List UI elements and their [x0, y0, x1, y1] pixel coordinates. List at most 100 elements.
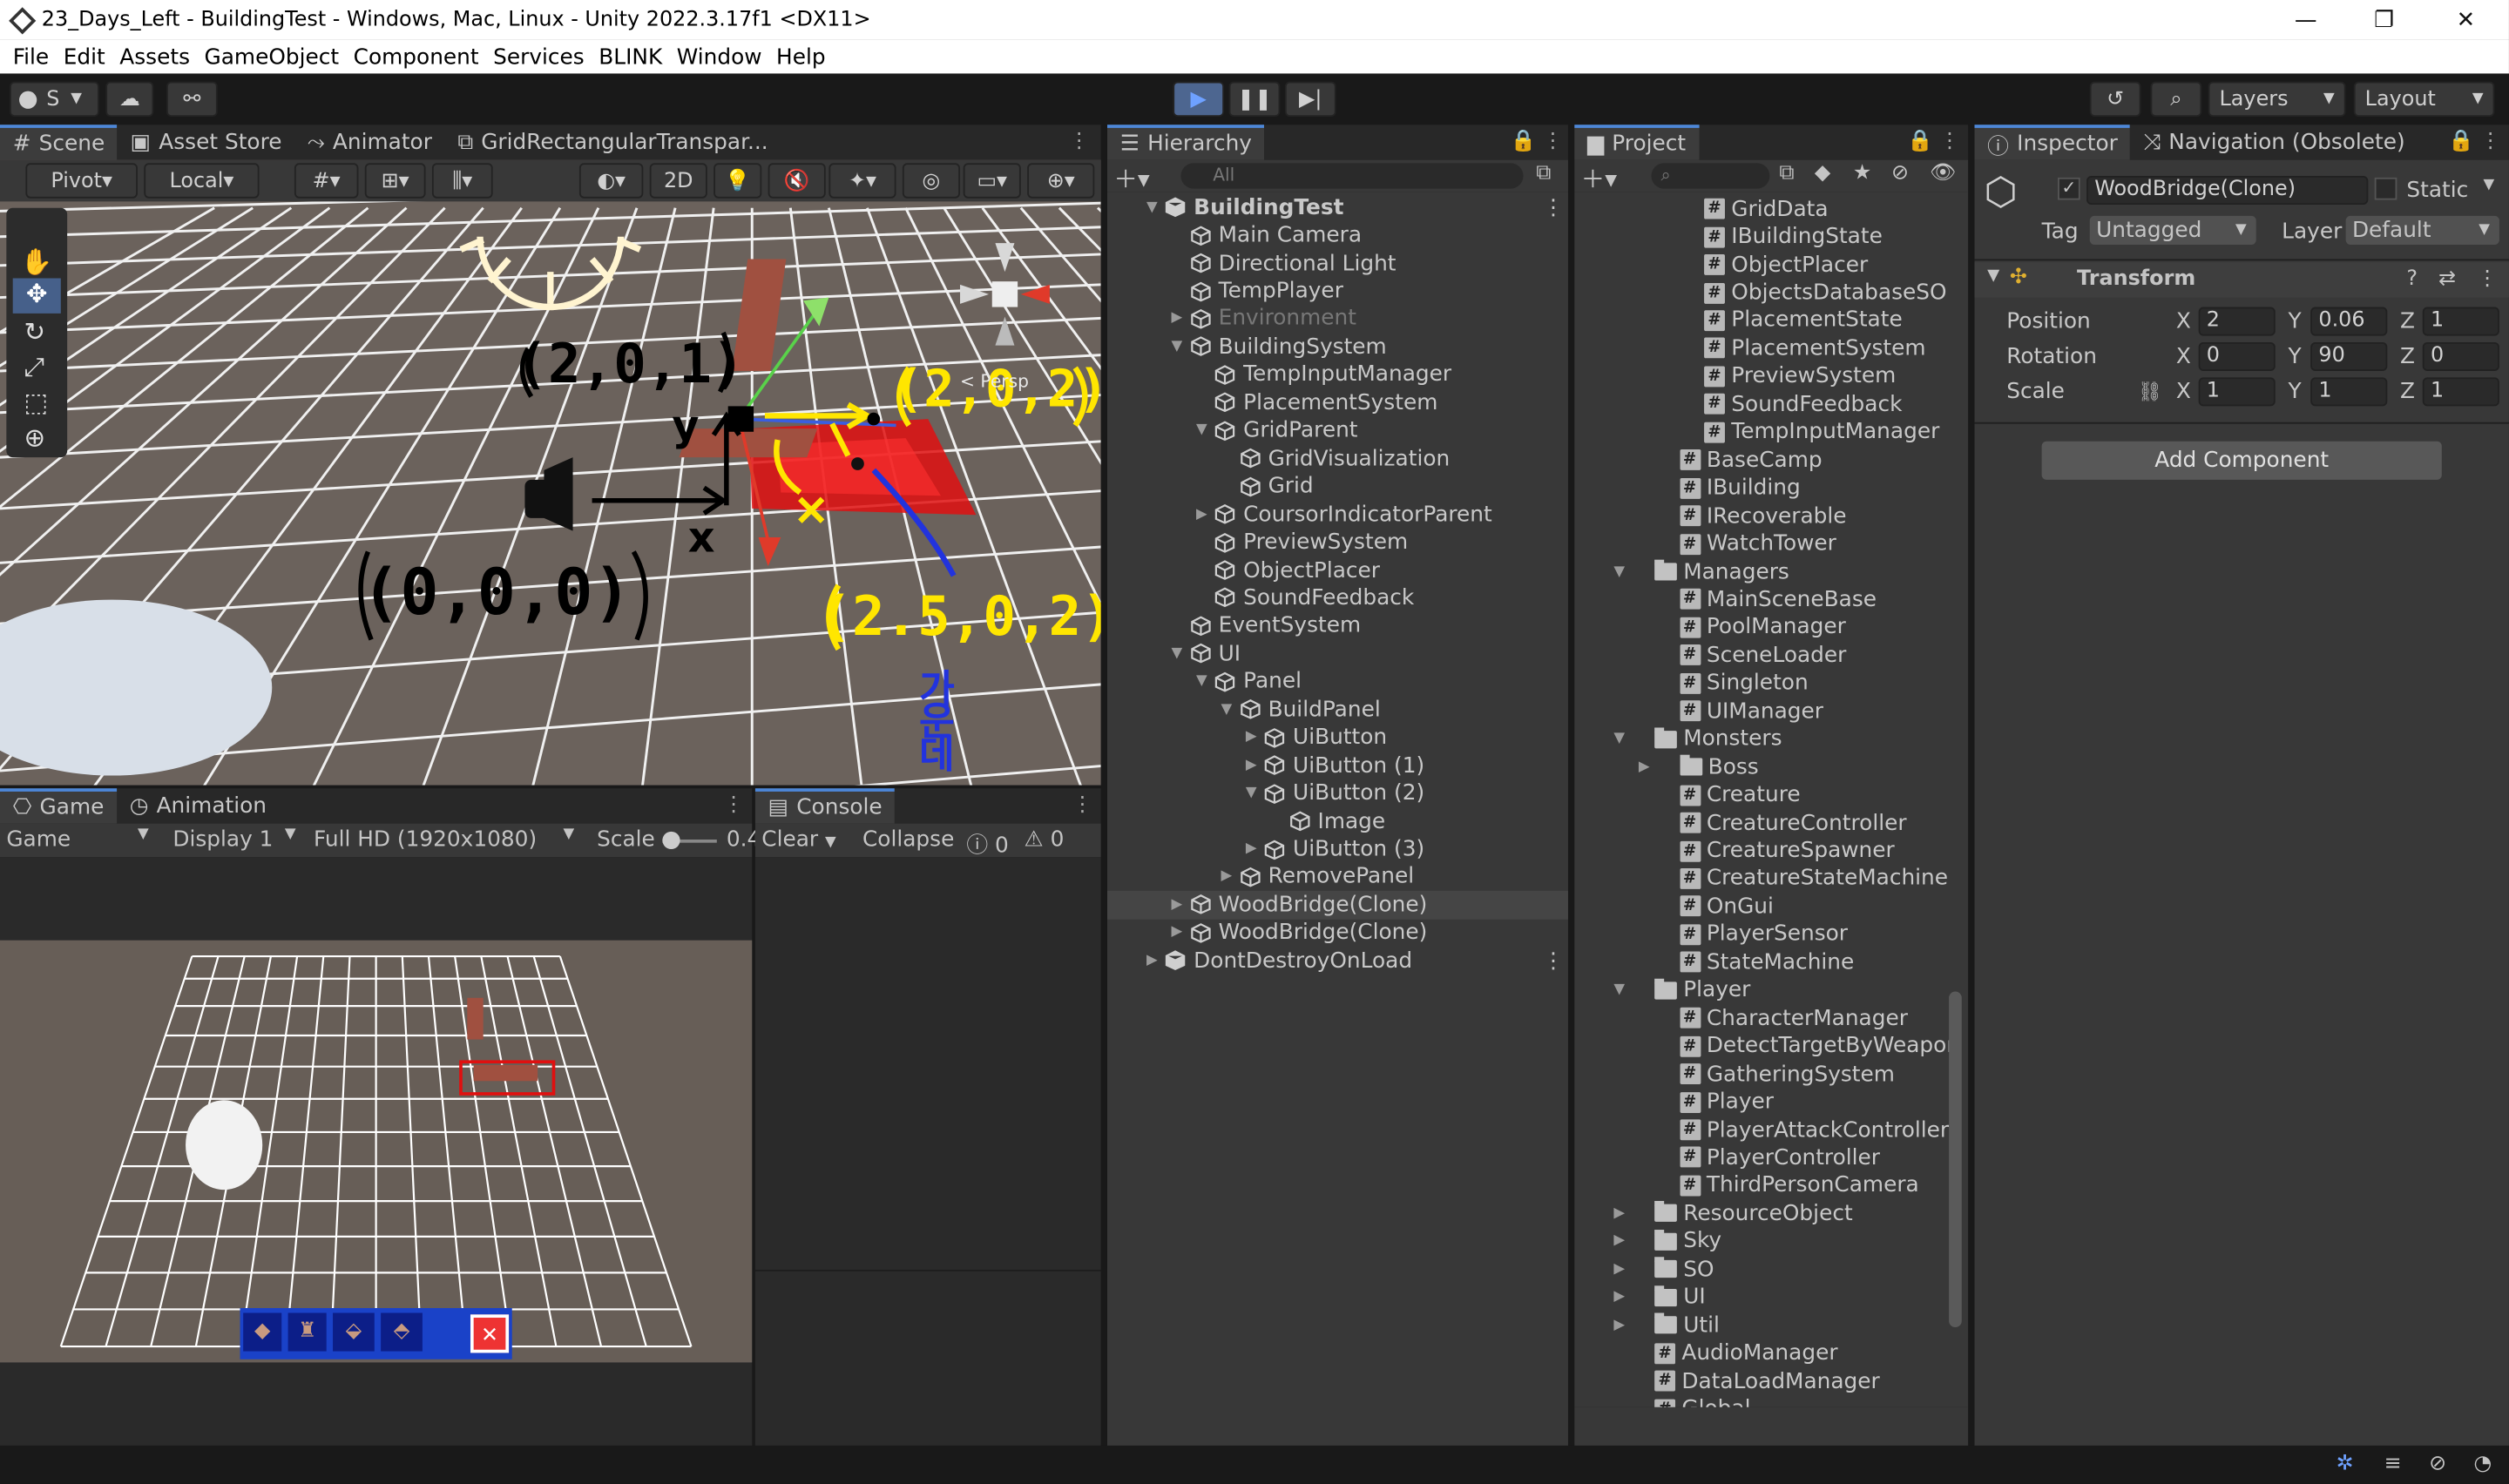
- hierarchy-row[interactable]: ▶ RemovePanel: [1107, 863, 1568, 891]
- project-row[interactable]: # Singleton: [1574, 670, 1968, 698]
- project-row[interactable]: # WatchTower: [1574, 530, 1968, 557]
- project-row[interactable]: ▶ Boss: [1574, 753, 1968, 781]
- scale-z-field[interactable]: 1: [2422, 377, 2499, 407]
- project-row[interactable]: # AudioManager: [1574, 1339, 1968, 1367]
- project-row[interactable]: ▶ Sky: [1574, 1228, 1968, 1256]
- project-row[interactable]: ▶ Util: [1574, 1312, 1968, 1339]
- project-row[interactable]: # IBuilding: [1574, 474, 1968, 502]
- increment-snap-icon[interactable]: ⊞▾: [364, 163, 426, 199]
- progress-icon[interactable]: ◔: [2474, 1452, 2492, 1476]
- hidden-icon[interactable]: 👁: [1930, 161, 1956, 186]
- project-row[interactable]: # GridData: [1574, 195, 1968, 223]
- static-checkbox[interactable]: [2374, 177, 2397, 200]
- menu-item-file[interactable]: File: [13, 44, 49, 69]
- hierarchy-row[interactable]: ▶ UiButton: [1107, 724, 1568, 752]
- add-icon[interactable]: ＋▾: [1581, 161, 1617, 195]
- menu-item-services[interactable]: Services: [493, 44, 585, 69]
- log-count-button[interactable]: ⓘ 0: [966, 826, 1008, 859]
- rotation-y-field[interactable]: 90: [2310, 341, 2388, 371]
- project-row[interactable]: # TempInputManager: [1574, 418, 1968, 446]
- hierarchy-row[interactable]: ▶ UiButton (3): [1107, 835, 1568, 863]
- stack-icon[interactable]: ≡: [2384, 1452, 2402, 1476]
- project-row[interactable]: # Creature: [1574, 781, 1968, 809]
- object-name-input[interactable]: WoodBridge(Clone): [2086, 175, 2369, 206]
- grid-snap-icon[interactable]: #▾: [294, 163, 359, 199]
- expand-arrow-icon[interactable]: ▶: [1167, 925, 1187, 941]
- hierarchy-row[interactable]: ▶ UiButton (1): [1107, 752, 1568, 779]
- hierarchy-row[interactable]: Main Camera: [1107, 221, 1568, 249]
- effects-icon[interactable]: ✦▾: [828, 163, 896, 199]
- hierarchy-row[interactable]: TempInputManager: [1107, 361, 1568, 388]
- layer-dropdown[interactable]: Default ▼: [2345, 215, 2499, 245]
- toggle-2d-button[interactable]: 2D: [649, 163, 707, 199]
- project-row[interactable]: # CharacterManager: [1574, 1004, 1968, 1032]
- scene-view[interactable]: (2,0,1) (2,0,2) (0,0,0) (2.5,0,2) 가 운 데 …: [0, 159, 1101, 786]
- hierarchy-row[interactable]: ▶ Environment: [1107, 305, 1568, 333]
- hierarchy-row[interactable]: ▼ UiButton (2): [1107, 779, 1568, 807]
- resolution-dropdown[interactable]: Full HD (1920x1080) ▼: [314, 826, 579, 852]
- scale-y-field[interactable]: 1: [2310, 377, 2388, 407]
- tab-animation[interactable]: ◷ Animation: [117, 788, 280, 823]
- add-icon[interactable]: ＋▾: [1113, 161, 1149, 195]
- tag-dropdown[interactable]: Untagged ▼: [2089, 215, 2256, 245]
- more-icon[interactable]: ⋮: [1543, 130, 1564, 154]
- project-row[interactable]: ▼ Monsters: [1574, 725, 1968, 753]
- expand-arrow-icon[interactable]: ▼: [1167, 646, 1187, 662]
- project-row[interactable]: # SceneLoader: [1574, 642, 1968, 670]
- project-row[interactable]: # OnGui: [1574, 893, 1968, 921]
- hierarchy-row[interactable]: ▼ Panel: [1107, 668, 1568, 696]
- game-mode-dropdown[interactable]: Game ▼: [6, 826, 153, 852]
- search-filter-icon[interactable]: ⧉: [1536, 161, 1551, 186]
- position-x-field[interactable]: 2: [2198, 307, 2276, 336]
- expand-arrow-icon[interactable]: ▶: [1634, 759, 1654, 775]
- menu-item-help[interactable]: Help: [776, 44, 826, 69]
- build-button-4-icon[interactable]: ⬘: [381, 1312, 423, 1352]
- pause-button[interactable]: ❚❚: [1228, 81, 1281, 118]
- expand-arrow-icon[interactable]: ▼: [1610, 563, 1629, 579]
- layout-dropdown[interactable]: Layout ▼: [2353, 81, 2495, 118]
- type-filter-icon[interactable]: ⧉: [1779, 161, 1794, 186]
- project-row[interactable]: # ObjectsDatabaseSO: [1574, 279, 1968, 307]
- project-row[interactable]: # PlacementState: [1574, 307, 1968, 334]
- tab-game[interactable]: ⎔ Game: [0, 788, 118, 824]
- menu-item-window[interactable]: Window: [677, 44, 762, 69]
- static-dropdown-icon[interactable]: ▼: [2484, 178, 2495, 193]
- project-row[interactable]: # IBuildingState: [1574, 223, 1968, 251]
- hierarchy-row[interactable]: ▼ GridParent: [1107, 417, 1568, 445]
- rotation-z-field[interactable]: 0: [2422, 341, 2499, 371]
- build-button-2-icon[interactable]: ♜: [287, 1312, 327, 1352]
- project-row[interactable]: # ThirdPersonCamera: [1574, 1171, 1968, 1199]
- step-button[interactable]: ▶|: [1284, 81, 1336, 118]
- expand-arrow-icon[interactable]: ▼: [1192, 674, 1211, 690]
- hand-tool-icon[interactable]: ✋: [21, 246, 53, 277]
- more-icon[interactable]: ⋮: [1543, 194, 1565, 219]
- project-row[interactable]: # DataLoadManager: [1574, 1367, 1968, 1395]
- pivot-dropdown[interactable]: Pivot ▾: [25, 163, 138, 199]
- tab-animator[interactable]: ⤳ Animator: [294, 125, 444, 159]
- tab-asset-store[interactable]: ▣ Asset Store: [118, 125, 294, 159]
- project-row[interactable]: # CreatureSpawner: [1574, 837, 1968, 865]
- hierarchy-row[interactable]: Directional Light: [1107, 249, 1568, 277]
- rect-tool-icon[interactable]: ⬚: [24, 387, 49, 417]
- hierarchy-row[interactable]: ▼ BuildPanel: [1107, 696, 1568, 724]
- hierarchy-row[interactable]: ▼ BuildingSystem: [1107, 333, 1568, 361]
- expand-arrow-icon[interactable]: ▶: [1142, 953, 1161, 968]
- hierarchy-row[interactable]: ▼ BuildingTest ⋮: [1107, 193, 1568, 221]
- transform-tool-icon[interactable]: ⊕: [24, 422, 46, 453]
- scale-slider[interactable]: [662, 831, 717, 850]
- warning-icon[interactable]: ⊘: [1891, 161, 1909, 186]
- layers-dropdown[interactable]: Layers ▼: [2208, 81, 2346, 118]
- expand-arrow-icon[interactable]: ▼: [1217, 702, 1236, 718]
- hierarchy-row[interactable]: SoundFeedback: [1107, 584, 1568, 612]
- project-row[interactable]: ▶ SO: [1574, 1256, 1968, 1284]
- persp-label[interactable]: < Persp: [960, 371, 1029, 392]
- project-row[interactable]: # GatheringSystem: [1574, 1060, 1968, 1088]
- hierarchy-row[interactable]: ▶ CoursorIndicatorParent: [1107, 501, 1568, 529]
- preset-icon[interactable]: ⇄: [2438, 267, 2456, 292]
- project-row[interactable]: # Player: [1574, 1088, 1968, 1116]
- active-checkbox[interactable]: ✓: [2057, 177, 2080, 200]
- project-row[interactable]: # PlacementSystem: [1574, 334, 1968, 362]
- history-icon[interactable]: ↺: [2089, 81, 2141, 118]
- scale-tool-icon[interactable]: ⤢: [24, 352, 45, 384]
- bug-icon[interactable]: ✲: [2337, 1452, 2354, 1476]
